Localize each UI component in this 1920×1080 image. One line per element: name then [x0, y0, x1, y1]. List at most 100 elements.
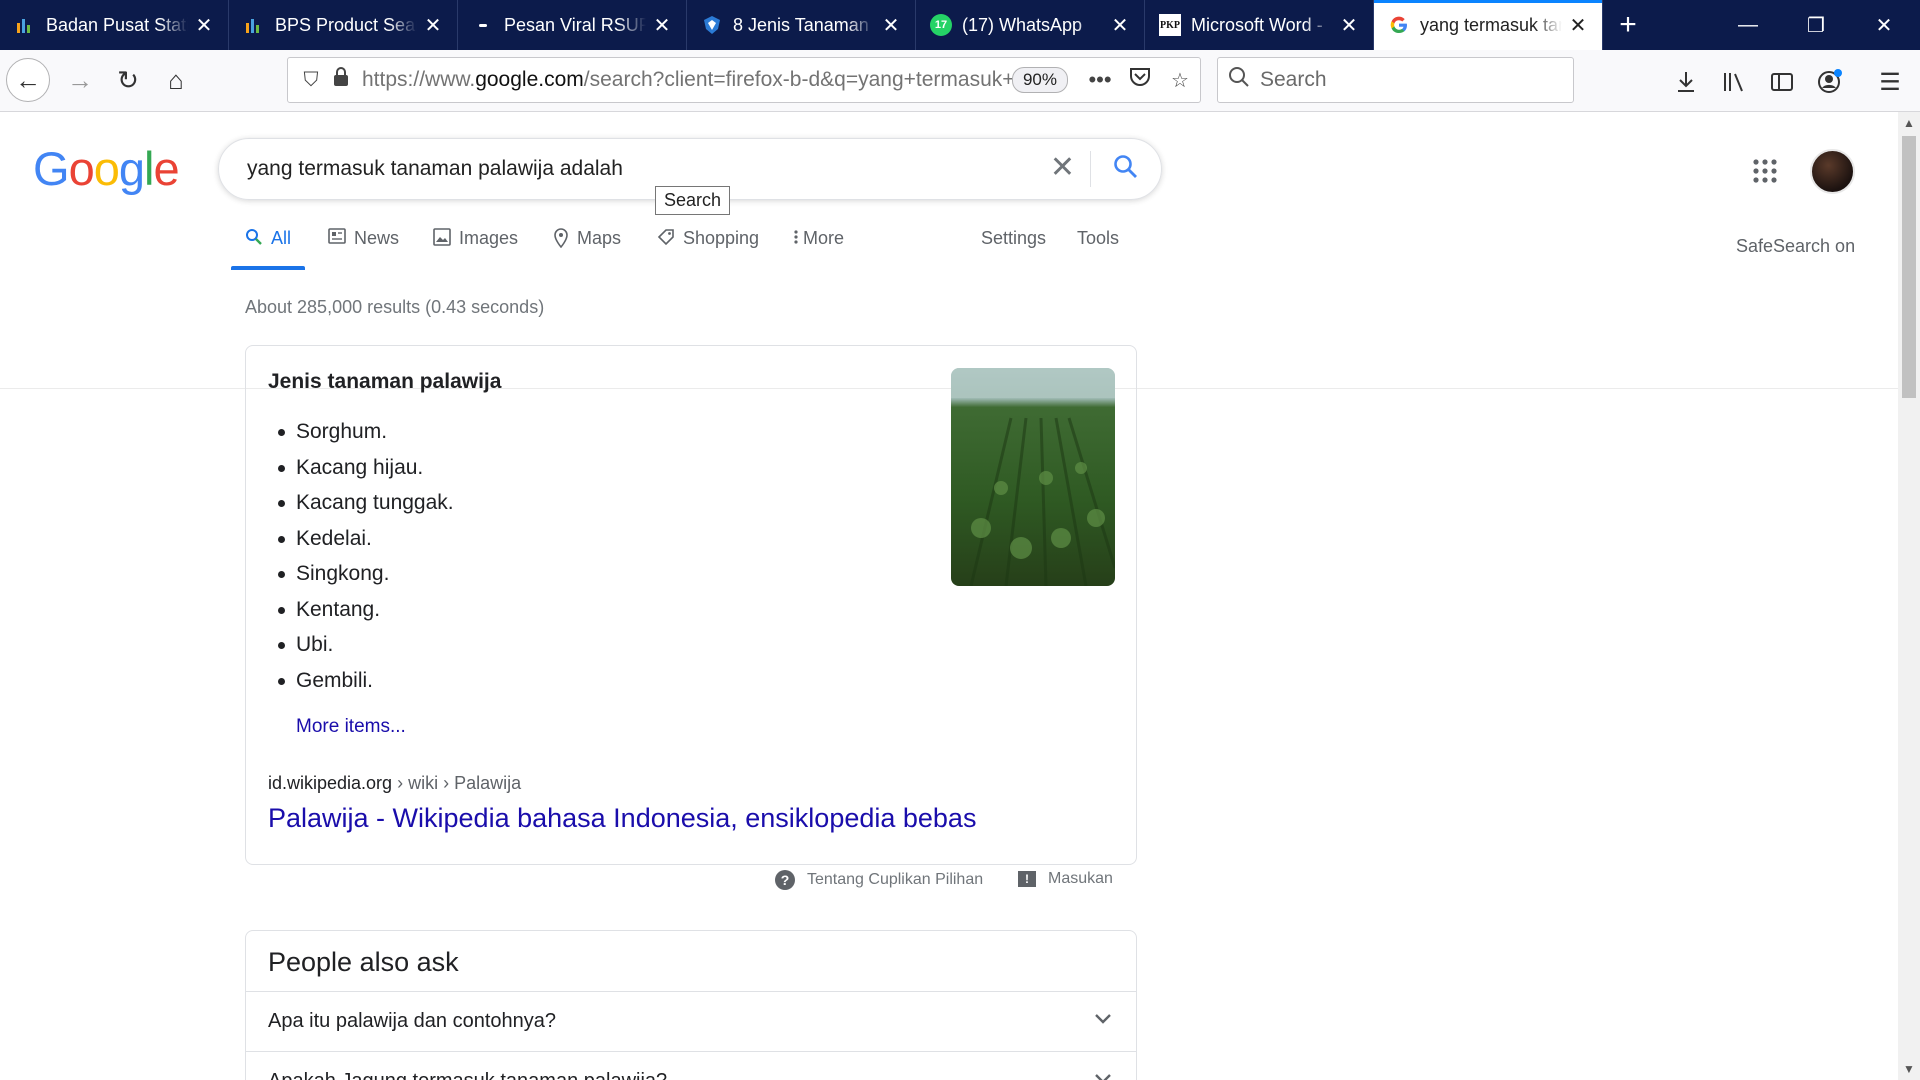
browser-toolbar: ← → ↻ ⌂ ⛉ https://www.google.com/search?… [0, 50, 1920, 112]
scrollbar-thumb[interactable] [1902, 136, 1916, 398]
about-snippet-link[interactable]: ? Tentang Cuplikan Pilihan [775, 870, 983, 890]
tracking-shield-icon[interactable]: ⛉ [296, 69, 326, 92]
dot-icon [472, 14, 494, 36]
url-text[interactable]: https://www.google.com/search?client=fir… [356, 68, 1012, 92]
tab-title: (17) WhatsApp [962, 14, 1083, 35]
tools-link[interactable]: Tools [1077, 228, 1119, 270]
browser-tab[interactable]: Pesan Viral RSUP ✕ [458, 0, 687, 50]
pkp-icon: PKP [1159, 14, 1181, 36]
url-bar[interactable]: ⛉ https://www.google.com/search?client=f… [287, 57, 1201, 103]
logo-letter: g [118, 142, 145, 195]
lock-icon[interactable] [326, 67, 356, 93]
list-item: Kacang hijau. [278, 450, 454, 486]
result-stats: About 285,000 results (0.43 seconds) [245, 297, 545, 317]
hamburger-menu-icon[interactable]: ☰ [1870, 62, 1910, 102]
browser-search-field[interactable]: Search [1217, 57, 1574, 103]
page-actions-icon[interactable]: ••• [1080, 67, 1120, 93]
feedback-link[interactable]: ! Masukan [1018, 870, 1113, 888]
new-tab-button[interactable]: + [1603, 0, 1653, 50]
zoom-indicator[interactable]: 90% [1011, 67, 1068, 93]
reload-button[interactable]: ↻ [106, 58, 150, 102]
clear-search-icon[interactable]: ✕ [1035, 151, 1091, 187]
browser-tab[interactable]: 17 (17) WhatsApp ✕ [916, 0, 1145, 50]
list-item: Kacang tunggak. [278, 485, 454, 521]
account-avatar[interactable] [1810, 149, 1855, 194]
tab-title: Badan Pusat Statistik [46, 14, 188, 35]
tag-icon [657, 228, 675, 252]
bookmark-star-icon[interactable]: ☆ [1160, 68, 1200, 93]
tab-more[interactable]: More [793, 228, 844, 270]
google-logo[interactable]: Google [33, 141, 180, 196]
browser-tab-active[interactable]: yang termasuk tanaman palawija ✕ [1374, 0, 1603, 50]
chevron-down-icon [1094, 1008, 1112, 1031]
tab-label: All [271, 228, 292, 248]
window-close-button[interactable]: ✕ [1850, 0, 1918, 50]
browser-tab[interactable]: BPS Product Search ✕ [229, 0, 458, 50]
logo-letter: o [68, 142, 95, 195]
paa-question-text: Apakah Jagung termasuk tanaman palawija? [268, 1070, 667, 1080]
logo-letter: o [93, 142, 120, 195]
forward-button[interactable]: → [58, 58, 102, 102]
search-icon [1228, 66, 1250, 94]
browser-tab[interactable]: PKP Microsoft Word - ✕ [1145, 0, 1374, 50]
home-button[interactable]: ⌂ [154, 58, 198, 102]
search-tooltip: Search [655, 186, 731, 215]
close-tab-icon[interactable]: ✕ [1568, 13, 1588, 38]
list-item: Sorghum. [278, 414, 454, 450]
back-button[interactable]: ← [6, 58, 50, 102]
close-tab-icon[interactable]: ✕ [1110, 13, 1130, 38]
tab-all[interactable]: All [230, 228, 306, 270]
list-item: Kentang. [278, 592, 454, 628]
tab-news[interactable]: News [328, 228, 399, 270]
browser-tab[interactable]: Badan Pusat Statistik ✕ [0, 0, 229, 50]
page-scrollbar[interactable]: ▲ ▼ [1898, 112, 1920, 1080]
browser-tab[interactable]: 8 Jenis Tanaman Palawija ✕ [687, 0, 916, 50]
pocket-icon[interactable] [1120, 67, 1160, 93]
tab-shopping[interactable]: Shopping [657, 228, 759, 270]
close-tab-icon[interactable]: ✕ [194, 13, 214, 38]
people-also-ask: People also ask Apa itu palawija dan con… [245, 930, 1137, 1080]
logo-letter: e [153, 142, 179, 195]
tab-title: Pesan Viral RSUP [504, 14, 646, 35]
scroll-down-icon[interactable]: ▼ [1898, 1062, 1920, 1076]
library-icon[interactable] [1714, 62, 1754, 102]
list-item: Ubi. [278, 627, 454, 663]
tab-label: Shopping [683, 228, 760, 248]
tab-images[interactable]: Images [433, 228, 518, 270]
google-apps-icon[interactable] [1753, 159, 1777, 188]
list-item: Singkong. [278, 556, 454, 592]
sidebar-icon[interactable] [1762, 62, 1802, 102]
more-items-link[interactable]: More items... [296, 716, 406, 738]
safesearch-status[interactable]: SafeSearch on [1736, 236, 1855, 257]
search-submit-icon[interactable] [1091, 154, 1161, 185]
close-tab-icon[interactable]: ✕ [881, 13, 901, 38]
arrow-right-icon: → [67, 64, 93, 95]
result-title-link[interactable]: Palawija - Wikipedia bahasa Indonesia, e… [268, 803, 976, 834]
tab-title: yang termasuk tanaman palawija [1420, 14, 1562, 35]
tab-maps[interactable]: Maps [553, 228, 621, 270]
close-tab-icon[interactable]: ✕ [423, 13, 443, 38]
shield-icon [701, 14, 723, 36]
minimize-button[interactable]: — [1714, 0, 1782, 50]
source-citation[interactable]: id.wikipedia.org › wiki › Palawija [268, 773, 521, 794]
paa-question[interactable]: Apa itu palawija dan contohnya? [246, 991, 1136, 1051]
feedback-label: Masukan [1048, 870, 1113, 887]
account-icon[interactable] [1810, 62, 1850, 102]
bps-logo-icon [14, 14, 36, 36]
downloads-icon[interactable] [1666, 62, 1706, 102]
scroll-up-icon[interactable]: ▲ [1898, 116, 1920, 130]
map-pin-icon [553, 228, 569, 254]
snippet-image[interactable] [951, 368, 1115, 586]
restore-button[interactable]: ❐ [1782, 0, 1850, 50]
featured-snippet: Jenis tanaman palawija Sorghum. Kacang h… [245, 345, 1137, 865]
close-tab-icon[interactable]: ✕ [652, 13, 672, 38]
google-results-page: Google yang termasuk tanaman palawija ad… [0, 112, 1898, 1080]
image-icon [433, 228, 451, 252]
search-query[interactable]: yang termasuk tanaman palawija adalah [247, 157, 1035, 181]
close-tab-icon[interactable]: ✕ [1339, 13, 1359, 38]
settings-link[interactable]: Settings [981, 228, 1046, 270]
tab-title: Microsoft Word - [1191, 14, 1323, 35]
list-item: Gembili. [278, 663, 454, 699]
news-icon [328, 228, 346, 250]
paa-question[interactable]: Apakah Jagung termasuk tanaman palawija? [246, 1051, 1136, 1080]
